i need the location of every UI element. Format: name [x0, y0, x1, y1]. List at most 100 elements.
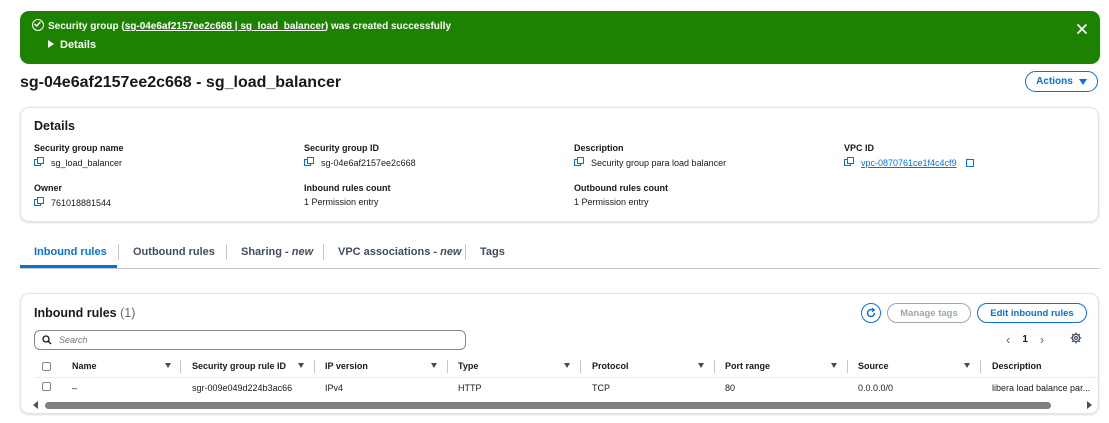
chevron-left-icon[interactable]: ‹ [1006, 332, 1010, 347]
column-header-description[interactable]: Description [992, 361, 1042, 371]
page-title: sg-04e6af2157ee2c668 - sg_load_balancer [20, 74, 342, 91]
page-number[interactable]: 1 [1022, 334, 1028, 345]
refresh-icon [866, 307, 876, 318]
flash-details-toggle[interactable]: Details [48, 39, 96, 51]
inbound-rules-heading: Inbound rules (1) [34, 306, 136, 320]
column-header-rule-id[interactable]: Security group rule ID [192, 361, 286, 371]
tab-outbound-rules[interactable]: Outbound rules [133, 246, 215, 258]
column-header-source[interactable]: Source [858, 361, 889, 371]
copy-icon[interactable] [304, 157, 315, 168]
column-divider [580, 360, 581, 373]
scroll-left-arrow-icon[interactable] [33, 401, 38, 409]
table-row[interactable]: – sgr-009e049d224b3ac66 IPv4 HTTP TCP 80… [34, 377, 1100, 396]
cell-port-range: 80 [725, 383, 736, 393]
search-icon [42, 335, 52, 345]
flash-message: Security group (sg-04e6af2157ee2c668 | s… [48, 21, 452, 32]
field-security-group-name: Security group name sg_load_balancer [34, 143, 124, 168]
copy-icon[interactable] [34, 197, 45, 208]
tab-tags[interactable]: Tags [480, 246, 505, 258]
search-input[interactable] [57, 334, 441, 346]
horizontal-scrollbar[interactable] [31, 400, 1097, 410]
security-group-link[interactable]: sg-04e6af2157ee2c668 | sg_load_balancer [125, 21, 325, 32]
sort-caret-icon[interactable] [698, 363, 704, 368]
field-security-group-id: Security group ID sg-04e6af2157ee2c668 [304, 143, 416, 168]
caret-right-icon [48, 40, 54, 48]
cell-source: 0.0.0.0/0 [858, 383, 894, 393]
field-label: Inbound rules count [304, 183, 391, 193]
pagination: ‹ 1 › [1006, 332, 1044, 347]
field-value: sg-04e6af2157ee2c668 [321, 157, 416, 168]
vpc-id-link[interactable]: vpc-0870761ce1f4c4cf9 [861, 158, 957, 168]
details-heading: Details [34, 119, 75, 133]
field-inbound-rules-count: Inbound rules count 1 Permission entry [304, 183, 391, 207]
cell-name: – [72, 383, 78, 393]
chevron-right-icon[interactable]: › [1040, 332, 1044, 347]
external-link-icon [965, 158, 974, 167]
copy-icon[interactable] [34, 157, 45, 168]
field-label: Owner [34, 183, 63, 193]
field-outbound-rules-count: Outbound rules count 1 Permission entry [574, 183, 668, 207]
column-divider [980, 360, 981, 373]
field-label: VPC ID [844, 143, 875, 153]
sort-caret-icon[interactable] [831, 363, 837, 368]
sort-caret-icon[interactable] [165, 363, 171, 368]
field-owner: Owner 761018881544 [34, 183, 111, 208]
active-tab-indicator [20, 265, 117, 268]
tab-divider [323, 244, 324, 260]
field-vpc-id: VPC ID vpc-0870761ce1f4c4cf9 [844, 143, 974, 168]
field-description: Description Security group para load bal… [574, 143, 726, 168]
column-header-protocol[interactable]: Protocol [592, 361, 629, 371]
scrollbar-thumb[interactable] [45, 402, 1051, 409]
success-flash-banner: Security group (sg-04e6af2157ee2c668 | s… [20, 11, 1100, 64]
row-checkbox[interactable] [42, 382, 51, 391]
search-field[interactable] [34, 330, 466, 350]
field-value: 1 Permission entry [304, 197, 379, 207]
tab-divider [226, 244, 227, 260]
field-label: Security group name [34, 143, 124, 153]
column-header-type[interactable]: Type [458, 361, 478, 371]
tab-sharing[interactable]: Sharing - new [241, 246, 313, 258]
cell-type: HTTP [458, 383, 482, 393]
field-value: 761018881544 [51, 197, 112, 208]
rules-count: (1) [120, 306, 136, 320]
cell-ip-version: IPv4 [325, 383, 344, 393]
column-header-port-range[interactable]: Port range [725, 361, 770, 371]
scroll-right-arrow-icon[interactable] [1087, 401, 1092, 409]
cell-description: libera load balance par... [992, 383, 1091, 393]
manage-tags-button[interactable]: Manage tags [887, 303, 971, 323]
field-value: Security group para load balancer [591, 157, 727, 168]
field-label: Security group ID [304, 143, 380, 153]
cell-protocol: TCP [592, 383, 610, 393]
actions-button[interactable]: Actions [1025, 71, 1098, 92]
sort-caret-icon[interactable] [564, 363, 570, 368]
cell-rule-id: sgr-009e049d224b3ac66 [192, 383, 293, 393]
details-panel: Details Security group name sg_load_bala… [20, 107, 1099, 222]
column-divider [180, 360, 181, 373]
select-all-checkbox[interactable] [42, 362, 51, 371]
column-divider [447, 360, 448, 373]
column-header-ip-version[interactable]: IP version [325, 361, 368, 371]
refresh-button[interactable] [861, 303, 881, 323]
field-label: Outbound rules count [574, 183, 668, 193]
field-value: sg_load_balancer [51, 157, 123, 168]
field-value: 1 Permission entry [574, 197, 649, 207]
tab-vpc-associations[interactable]: VPC associations - new [338, 246, 462, 258]
field-label: Description [574, 143, 624, 153]
inbound-rules-panel: Inbound rules (1) Manage tags Edit inbou… [20, 293, 1100, 414]
column-divider [714, 360, 715, 373]
sort-caret-icon[interactable] [431, 363, 437, 368]
copy-icon[interactable] [844, 157, 855, 168]
edit-inbound-rules-button[interactable]: Edit inbound rules [977, 303, 1087, 323]
tab-divider [465, 244, 466, 260]
success-check-icon [32, 19, 44, 31]
caret-down-icon [1078, 78, 1087, 85]
sort-caret-icon[interactable] [964, 363, 970, 368]
close-icon[interactable] [1076, 22, 1088, 35]
gear-icon[interactable] [1070, 332, 1082, 344]
column-header-name[interactable]: Name [72, 361, 97, 371]
sort-caret-icon[interactable] [298, 363, 304, 368]
tab-divider [118, 244, 119, 260]
copy-icon[interactable] [574, 157, 585, 168]
actions-button-label: Actions [1036, 76, 1073, 87]
tab-inbound-rules[interactable]: Inbound rules [34, 246, 107, 258]
